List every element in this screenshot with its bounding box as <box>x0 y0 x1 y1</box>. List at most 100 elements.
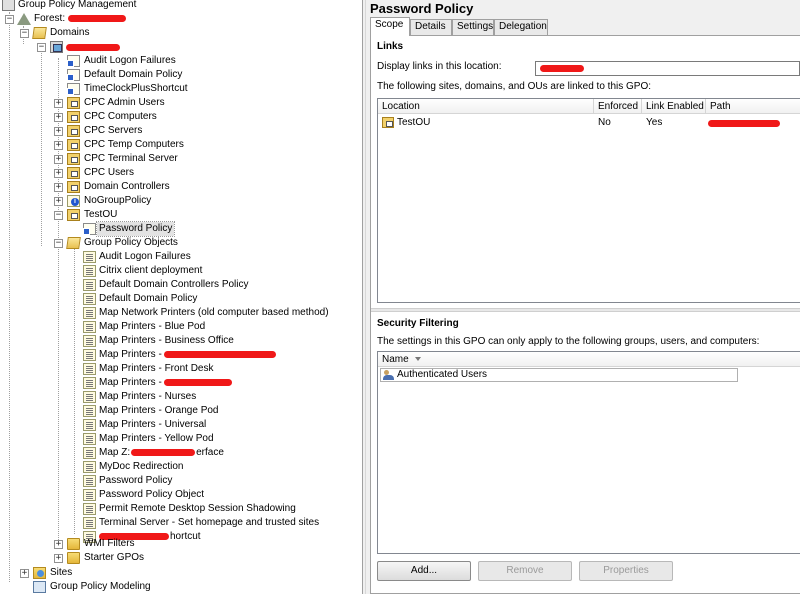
tree-gpo[interactable]: Map Z: erface <box>0 446 360 460</box>
tree-gpo[interactable]: Default Domain Policy <box>0 292 360 306</box>
tree-wmi-filters[interactable]: + WMI Filters <box>0 537 360 551</box>
tree-ou[interactable]: + CPC Users <box>0 166 360 180</box>
expand-toggle[interactable]: + <box>54 127 63 136</box>
tree-ou[interactable]: + CPC Admin Users <box>0 96 360 110</box>
gpo-icon <box>83 405 96 417</box>
ou-icon <box>67 111 80 123</box>
tree-domain-link[interactable]: TimeClockPlusShortcut <box>0 82 360 96</box>
tree-gpo[interactable]: Default Domain Controllers Policy <box>0 278 360 292</box>
tree-item-label: Audit Logon Failures <box>99 251 191 262</box>
tree-domain-link[interactable]: Default Domain Policy <box>0 68 360 82</box>
tree-gpo[interactable]: Map Printers - Universal <box>0 418 360 432</box>
collapse-toggle[interactable]: − <box>54 211 63 220</box>
tree-item-label: Audit Logon Failures <box>84 55 176 66</box>
expand-toggle[interactable]: + <box>54 540 63 549</box>
tree-gpo[interactable]: Password Policy <box>0 474 360 488</box>
tree-gpo[interactable]: Map Printers - Yellow Pod <box>0 432 360 446</box>
section-splitter[interactable] <box>371 308 800 312</box>
console-tree[interactable]: Group Policy Management − Forest: − Doma… <box>0 0 362 594</box>
tree-ou[interactable]: + Domain Controllers <box>0 180 360 194</box>
expand-toggle[interactable]: + <box>54 141 63 150</box>
tree-selected-link[interactable]: Password Policy <box>0 221 360 237</box>
tree-gpo[interactable]: Map Printers - <box>0 376 360 390</box>
expand-toggle[interactable]: + <box>54 554 63 563</box>
tab-settings[interactable]: Settings <box>452 19 494 35</box>
gpo-icon <box>83 321 96 333</box>
tree-gpo[interactable]: Map Printers - Business Office <box>0 334 360 348</box>
tree-gpo-container[interactable]: − Group Policy Objects <box>0 236 360 250</box>
collapse-toggle-domain[interactable]: − <box>37 43 46 52</box>
tree-item-label: Sites <box>50 567 73 578</box>
security-filter-list[interactable]: Name Authenticated Users <box>377 351 800 554</box>
tab-details[interactable]: Details <box>410 19 452 35</box>
tree-ou[interactable]: + CPC Temp Computers <box>0 138 360 152</box>
tree-item-label: Map Printers - Blue Pod <box>99 321 206 332</box>
tree-domain-link[interactable]: Audit Logon Failures <box>0 54 360 68</box>
tree-item-label: Map Printers - Nurses <box>99 391 197 402</box>
expand-toggle[interactable]: + <box>54 169 63 178</box>
tree-gpo[interactable]: Citrix client deployment <box>0 264 360 278</box>
properties-button[interactable]: Properties <box>579 561 673 581</box>
table-row[interactable]: Authenticated Users <box>380 368 738 382</box>
tree-gpo[interactable]: Password Policy Object <box>0 488 360 502</box>
ou-icon <box>67 209 80 221</box>
tab-scope[interactable]: Scope <box>370 17 410 36</box>
tree-item-label: Default Domain Policy <box>84 69 183 80</box>
tree-gpo[interactable]: Map Printers - Blue Pod <box>0 320 360 334</box>
tree-gpo[interactable]: Map Printers - Nurses <box>0 390 360 404</box>
collapse-toggle-forest[interactable]: − <box>5 15 14 24</box>
tree-gpo[interactable]: Audit Logon Failures <box>0 250 360 264</box>
tree-item-label: TestOU <box>84 209 118 220</box>
folder-open-icon <box>66 237 81 249</box>
cell-enforced: No <box>598 117 611 128</box>
expand-toggle[interactable]: + <box>54 99 63 108</box>
tree-domain[interactable]: − <box>0 40 360 54</box>
tree-gpo[interactable]: Permit Remote Desktop Session Shadowing <box>0 502 360 516</box>
tree-ou[interactable]: + CPC Servers <box>0 124 360 138</box>
tree-ou-testou[interactable]: − TestOU <box>0 208 360 222</box>
domains-label: Domains <box>50 27 90 38</box>
tree-modeling[interactable]: Group Policy Modeling <box>0 580 360 594</box>
tree-item-label: Map Printers - Orange Pod <box>99 405 219 416</box>
expand-toggle[interactable]: + <box>20 569 29 578</box>
column-enforced[interactable]: Enforced <box>594 99 642 114</box>
ou-icon <box>67 125 80 137</box>
tree-domains[interactable]: − Domains <box>0 26 360 40</box>
tree-gpo[interactable]: Map Printers - <box>0 348 360 362</box>
add-button[interactable]: Add... <box>377 561 471 581</box>
expand-toggle[interactable]: + <box>54 155 63 164</box>
tree-gpo[interactable]: Map Printers - Orange Pod <box>0 404 360 418</box>
gpo-icon <box>83 433 96 445</box>
tab-delegation[interactable]: Delegation <box>494 19 548 35</box>
tree-gpo[interactable]: Terminal Server - Set homepage and trust… <box>0 516 360 530</box>
tree-ou[interactable]: + CPC Computers <box>0 110 360 124</box>
redacted-gpo-name <box>163 350 276 358</box>
tree-item-label: Map Z: erface <box>99 447 224 458</box>
expand-toggle[interactable]: + <box>54 183 63 192</box>
tree-root-gpm[interactable]: Group Policy Management <box>0 0 360 12</box>
collapse-toggle[interactable]: − <box>54 239 63 248</box>
column-link-enabled[interactable]: Link Enabled <box>642 99 706 114</box>
column-name[interactable]: Name <box>378 352 738 367</box>
gpo-link-icon <box>67 69 80 81</box>
column-path[interactable]: Path <box>706 99 800 114</box>
display-links-location-dropdown[interactable] <box>535 61 800 76</box>
column-location[interactable]: Location <box>378 99 594 114</box>
tree-item-label: TimeClockPlusShortcut <box>84 83 188 94</box>
links-list[interactable]: Location Enforced Link Enabled Path Test… <box>377 98 800 303</box>
tree-gpo[interactable]: Map Network Printers (old computer based… <box>0 306 360 320</box>
tree-gpo[interactable]: MyDoc Redirection <box>0 460 360 474</box>
collapse-toggle-domains[interactable]: − <box>20 29 29 38</box>
expand-toggle[interactable]: + <box>54 113 63 122</box>
tree-ou[interactable]: + NoGroupPolicy <box>0 194 360 208</box>
expand-toggle[interactable]: + <box>54 197 63 206</box>
tree-item-label: Map Printers - Front Desk <box>99 363 214 374</box>
tree-forest[interactable]: − Forest: <box>0 12 360 26</box>
tree-starter-gpos[interactable]: + Starter GPOs <box>0 551 360 565</box>
tree-item-label: Map Network Printers (old computer based… <box>99 307 329 318</box>
tree-gpo[interactable]: Map Printers - Front Desk <box>0 362 360 376</box>
sort-arrow-icon <box>414 357 421 362</box>
remove-button[interactable]: Remove <box>478 561 572 581</box>
tree-sites[interactable]: + Sites <box>0 566 360 580</box>
tree-ou[interactable]: + CPC Terminal Server <box>0 152 360 166</box>
